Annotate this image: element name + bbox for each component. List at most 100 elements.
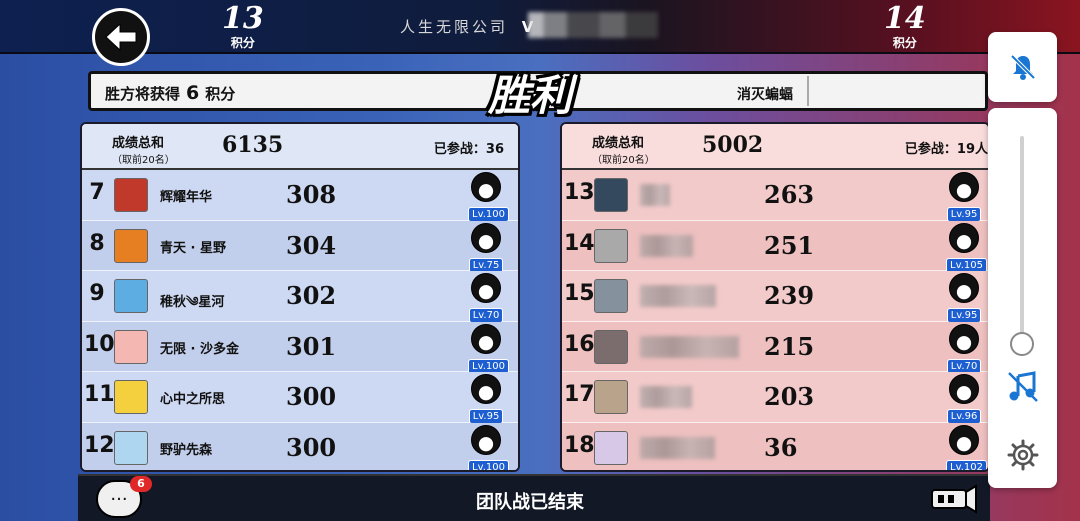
player-row[interactable]: 16 215 Lv.70 <box>562 321 988 374</box>
hero-portrait: Lv.102 <box>946 424 987 470</box>
player-row[interactable]: 8 青天 · 星野 304 Lv.75 <box>82 220 518 273</box>
player-rank: 12 <box>84 432 115 458</box>
hero-portrait: Lv.75 <box>468 222 504 273</box>
hero-face-icon <box>949 374 979 404</box>
player-row[interactable]: 13 263 Lv.95 <box>562 170 988 222</box>
player-name: 稚秋༄星河 <box>160 295 225 310</box>
player-rank: 7 <box>89 180 105 205</box>
left-total-score: 6135 <box>222 132 284 158</box>
left-score-value: 13 <box>222 1 264 36</box>
left-total-subtitle: （取前20名） <box>112 155 175 166</box>
left-team-score: 13 积分 <box>222 4 264 51</box>
player-name: 野驴先森 <box>160 442 213 458</box>
player-score: 304 <box>286 230 337 260</box>
reward-prefix: 胜方将获得 <box>105 85 181 103</box>
banner-divider <box>807 76 809 106</box>
right-score-value: 14 <box>884 1 926 36</box>
right-team-list[interactable]: 13 263 Lv.95 14 251 Lv.105 15 239 Lv.95 16 215 Lv.7… <box>562 170 988 470</box>
volume-slider-thumb[interactable] <box>1010 331 1034 356</box>
left-team-list[interactable]: 7 辉耀年华 308 Lv.100 8 青天 · 星野 304 Lv.75 9 稚秋༄星河 302 L… <box>82 170 518 470</box>
speaker-button[interactable] <box>926 482 980 516</box>
hero-face-icon <box>471 424 501 455</box>
blurred-player-name <box>640 335 739 358</box>
player-avatar[interactable] <box>114 380 148 414</box>
blurred-player-name <box>640 234 693 257</box>
blurred-player-name <box>640 386 692 408</box>
player-avatar[interactable] <box>594 329 628 364</box>
hero-portrait: Lv.96 <box>946 374 982 424</box>
player-score: 302 <box>286 281 337 310</box>
player-rank: 18 <box>564 432 595 458</box>
back-button[interactable] <box>92 8 150 66</box>
player-row[interactable]: 17 203 Lv.96 <box>562 372 988 424</box>
hero-face-icon <box>471 172 501 202</box>
player-avatar[interactable] <box>594 430 628 465</box>
reward-points: 6 <box>186 82 200 104</box>
player-row[interactable]: 10 无限 · 沙多金 301 Lv.100 <box>82 321 518 374</box>
player-avatar[interactable] <box>114 279 148 313</box>
player-name: 青天 · 星野 <box>160 240 226 256</box>
hero-portrait: Lv.100 <box>468 424 509 470</box>
player-avatar[interactable] <box>594 380 628 414</box>
hero-face-icon <box>949 172 979 202</box>
top-bar: 13 积分 人生无限公司 V 14 积分 <box>0 0 1080 54</box>
arrow-left-icon <box>105 22 137 52</box>
hero-face-icon <box>471 273 501 303</box>
player-score: 36 <box>764 432 798 462</box>
player-score: 203 <box>764 382 815 411</box>
player-score: 251 <box>764 230 815 260</box>
player-row[interactable]: 12 野驴先森 300 Lv.100 <box>82 422 518 470</box>
player-avatar[interactable] <box>594 279 628 313</box>
left-participants: 已参战：36 <box>433 142 504 157</box>
player-rank: 11 <box>84 382 115 407</box>
player-rank: 13 <box>564 180 595 205</box>
megaphone-icon <box>931 484 977 514</box>
player-row[interactable]: 18 36 Lv.102 <box>562 422 988 470</box>
player-name: 心中之所思 <box>160 392 226 407</box>
left-score-unit: 积分 <box>230 36 255 50</box>
mute-notifications-button[interactable] <box>988 32 1057 102</box>
player-row[interactable]: 14 251 Lv.105 <box>562 220 988 273</box>
battle-status-text: 团队战已结束 <box>476 492 584 513</box>
player-avatar[interactable] <box>114 430 148 465</box>
player-row[interactable]: 7 辉耀年华 308 Lv.100 <box>82 170 518 222</box>
volume-slider-track[interactable] <box>1020 136 1024 348</box>
right-team-score: 14 积分 <box>884 4 926 51</box>
hero-portrait: Lv.105 <box>946 222 987 273</box>
right-total-subtitle: （取前20名） <box>592 155 655 166</box>
hero-portrait: Lv.100 <box>468 323 509 374</box>
player-avatar[interactable] <box>114 329 148 364</box>
player-score: 239 <box>764 281 815 310</box>
bell-off-icon <box>1010 54 1035 80</box>
bottom-bar: ··· 6 团队战已结束 <box>78 474 990 521</box>
settings-button[interactable] <box>1006 438 1040 472</box>
player-row[interactable]: 15 239 Lv.95 <box>562 271 988 323</box>
blurred-opponent-name <box>528 12 658 38</box>
hero-portrait: Lv.70 <box>468 273 504 323</box>
left-team-panel: 成绩总和 （取前20名） 6135 已参战：36 7 辉耀年华 308 Lv.100 8… <box>80 122 520 472</box>
player-rank: 14 <box>564 230 595 256</box>
player-rank: 17 <box>564 382 595 407</box>
player-avatar[interactable] <box>594 178 628 212</box>
hero-portrait: Lv.95 <box>468 374 504 424</box>
battle-mode-label: 消灭蝙蝠 <box>737 87 793 103</box>
player-row[interactable]: 9 稚秋༄星河 302 Lv.70 <box>82 271 518 323</box>
player-score: 300 <box>286 432 337 462</box>
right-team-panel: 成绩总和 （取前20名） 5002 已参战：19人 13 263 Lv.95 14 25… <box>560 122 990 472</box>
player-rank: 8 <box>89 230 105 256</box>
player-avatar[interactable] <box>594 228 628 263</box>
chat-bubble-icon: ··· <box>110 488 128 510</box>
right-participants: 已参战：19人 <box>904 142 988 157</box>
hero-face-icon <box>471 323 501 354</box>
player-avatar[interactable] <box>114 178 148 212</box>
music-toggle-button[interactable] <box>1006 370 1040 404</box>
hero-portrait: Lv.95 <box>946 172 982 222</box>
player-name: 无限 · 沙多金 <box>160 341 239 357</box>
hero-level-badge: Lv.102 <box>946 459 987 470</box>
right-score-unit: 积分 <box>892 36 917 50</box>
player-score: 263 <box>764 180 815 209</box>
player-row[interactable]: 11 心中之所思 300 Lv.95 <box>82 372 518 424</box>
blurred-player-name <box>640 184 670 206</box>
player-score: 301 <box>286 331 337 361</box>
player-avatar[interactable] <box>114 228 148 263</box>
